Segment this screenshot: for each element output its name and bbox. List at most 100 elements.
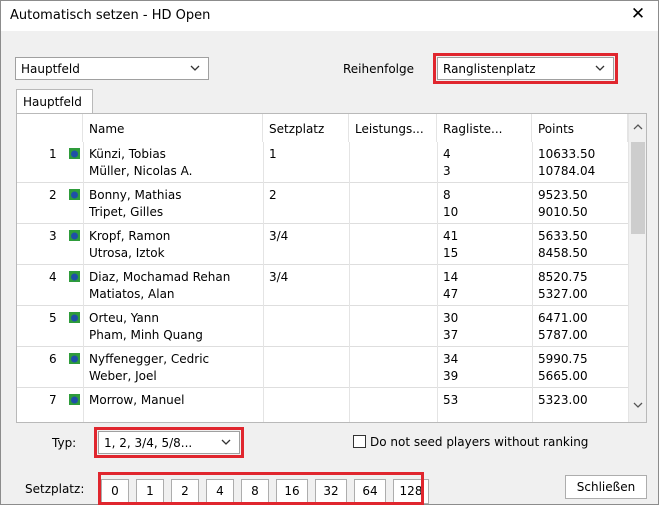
- typ-highlight-frame: [94, 427, 244, 458]
- player-pair-icon: [69, 353, 80, 364]
- auto-seed-dialog: Automatisch setzen - HD Open ✕ Hauptfeld…: [0, 0, 659, 505]
- no-seed-label[interactable]: Do not seed players without ranking: [370, 435, 588, 449]
- row-number: 2: [49, 188, 57, 202]
- column-divider: [437, 265, 438, 306]
- player-name: Weber, Joel: [89, 369, 157, 383]
- row-number: 3: [49, 229, 57, 243]
- header-seed[interactable]: Setzplatz: [263, 114, 349, 142]
- seed-value: 3/4: [269, 270, 289, 284]
- player-name: Kropf, Ramon: [89, 229, 171, 243]
- column-divider: [437, 183, 438, 224]
- player-name: Morrow, Manuel: [89, 393, 185, 407]
- field-select-value: Hauptfeld: [21, 62, 80, 76]
- player-name: Matiatos, Alan: [89, 287, 175, 301]
- table-row[interactable]: 2 Bonny, Mathias Tripet, Gilles 2 8 10 9523.50…: [17, 183, 628, 224]
- ranking-value: 30: [443, 311, 459, 325]
- ranking-value: 14: [443, 270, 459, 284]
- header-name[interactable]: Name: [83, 114, 263, 142]
- player-name: Tripet, Gilles: [89, 205, 164, 219]
- header-spacer: [17, 114, 83, 142]
- column-divider: [532, 183, 533, 224]
- ranking-value: 3: [443, 164, 451, 178]
- column-divider: [263, 265, 264, 306]
- player-name: Orteu, Yann: [89, 311, 159, 325]
- column-divider: [263, 306, 264, 347]
- table-row[interactable]: 6 Nyffenegger, Cedric Weber, Joel 34 39 5990.…: [17, 347, 628, 388]
- field-select[interactable]: Hauptfeld: [15, 57, 209, 80]
- title-bar: Automatisch setzen - HD Open ✕: [1, 1, 658, 31]
- header-points[interactable]: Points: [532, 114, 628, 142]
- seeding-table[interactable]: Name Setzplatz Leistungs... Ragliste... …: [16, 113, 647, 423]
- points-value: 5990.75: [538, 352, 588, 366]
- points-value: 8458.50: [538, 246, 588, 260]
- tab-hauptfeld[interactable]: Hauptfeld: [16, 89, 93, 114]
- header-performance[interactable]: Leistungs...: [349, 114, 437, 142]
- column-divider: [349, 388, 350, 422]
- window-title: Automatisch setzen - HD Open: [10, 8, 211, 23]
- column-divider: [83, 388, 84, 422]
- table-body: 1 Künzi, Tobias Müller, Nicolas A. 1 4 3 10633…: [17, 142, 628, 422]
- points-value: 10633.50: [538, 147, 596, 161]
- column-divider: [263, 142, 264, 183]
- column-divider: [532, 347, 533, 388]
- setzplatz-highlight-frame: [98, 472, 424, 505]
- order-highlight-frame: [433, 53, 618, 84]
- player-name: Bonny, Mathias: [89, 188, 182, 202]
- column-divider: [437, 306, 438, 347]
- points-value: 5633.50: [538, 229, 588, 243]
- column-divider: [349, 142, 350, 183]
- close-button[interactable]: Schließen: [565, 475, 647, 499]
- header-ranking[interactable]: Ragliste...: [437, 114, 532, 142]
- ranking-value: 8: [443, 188, 451, 202]
- tab-label: Hauptfeld: [23, 95, 82, 109]
- player-name: Pham, Minh Quang: [89, 328, 203, 342]
- row-number: 1: [49, 147, 57, 161]
- player-pair-icon: [69, 394, 80, 405]
- column-divider: [532, 306, 533, 347]
- player-pair-icon: [69, 312, 80, 323]
- order-label: Reihenfolge: [343, 62, 415, 76]
- column-divider: [83, 142, 84, 183]
- table-row[interactable]: 4 Diaz, Mochamad Rehan Matiatos, Alan 3/4 14…: [17, 265, 628, 306]
- row-number: 7: [49, 393, 57, 407]
- column-divider: [349, 347, 350, 388]
- player-name: Diaz, Mochamad Rehan: [89, 270, 231, 284]
- scroll-up-icon[interactable]: [633, 122, 643, 132]
- column-divider: [263, 183, 264, 224]
- table-row[interactable]: 5 Orteu, Yann Pham, Minh Quang 30 37 6471.00 5…: [17, 306, 628, 347]
- ranking-value: 4: [443, 147, 451, 161]
- player-name: Nyffenegger, Cedric: [89, 352, 210, 366]
- table-row[interactable]: 1 Künzi, Tobias Müller, Nicolas A. 1 4 3 10633…: [17, 142, 628, 183]
- seed-value: 3/4: [269, 229, 289, 243]
- row-number: 6: [49, 352, 57, 366]
- ranking-value: 41: [443, 229, 459, 243]
- points-value: 5665.00: [538, 369, 588, 383]
- points-value: 5327.00: [538, 287, 588, 301]
- vertical-scrollbar[interactable]: [628, 114, 646, 422]
- player-pair-icon: [69, 148, 80, 159]
- ranking-value: 47: [443, 287, 459, 301]
- column-divider: [83, 224, 84, 265]
- ranking-value: 15: [443, 246, 459, 260]
- scroll-down-icon[interactable]: [633, 400, 643, 410]
- column-divider: [532, 388, 533, 422]
- column-divider: [349, 306, 350, 347]
- player-pair-icon: [69, 230, 80, 241]
- player-name: Utrosa, Iztok: [89, 246, 165, 260]
- ranking-value: 53: [443, 393, 459, 407]
- column-divider: [83, 306, 84, 347]
- table-row[interactable]: 7 Morrow, Manuel 53 5323.00: [17, 388, 628, 422]
- points-value: 10784.04: [538, 164, 596, 178]
- column-divider: [349, 265, 350, 306]
- column-divider: [83, 265, 84, 306]
- table-row[interactable]: 3 Kropf, Ramon Utrosa, Iztok 3/4 41 15 5633.50…: [17, 224, 628, 265]
- no-seed-checkbox[interactable]: [353, 435, 366, 448]
- column-divider: [437, 142, 438, 183]
- column-divider: [437, 347, 438, 388]
- close-icon[interactable]: ✕: [628, 4, 648, 24]
- typ-label: Typ:: [52, 436, 77, 450]
- column-divider: [83, 347, 84, 388]
- ranking-value: 10: [443, 205, 459, 219]
- scrollbar-thumb[interactable]: [631, 142, 645, 234]
- column-divider: [263, 388, 264, 422]
